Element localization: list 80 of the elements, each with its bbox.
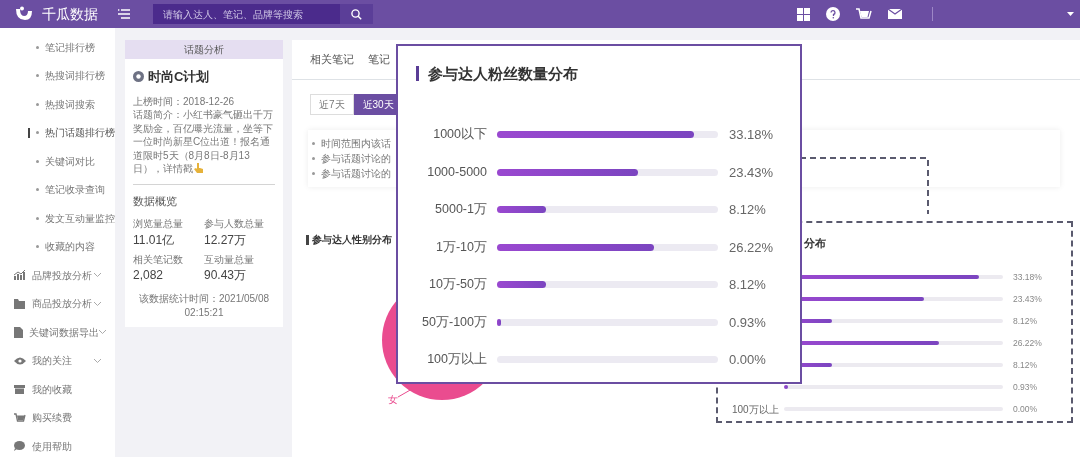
stat-label: 相关笔记数 [133, 252, 184, 266]
section-title: 数据概览 [133, 193, 178, 209]
search-button[interactable] [340, 4, 373, 24]
bar-value: 26.22% [1013, 336, 1043, 350]
bar-value: 0.93% [1013, 380, 1039, 394]
bar-label: 5000-1万 [434, 201, 487, 219]
stat-label: 参与人数总量 [204, 217, 265, 231]
sidebar-item[interactable]: 发文互动量监控 [45, 210, 115, 226]
stat-value: 11.01亿 [133, 231, 176, 249]
cart-icon [14, 413, 26, 423]
sidebar-item[interactable]: 笔记排行榜 [45, 39, 95, 55]
sidebar-item[interactable]: 品牌投放分析 [32, 267, 92, 283]
sidebar-item[interactable]: 热门话题排行榜 [45, 125, 115, 141]
topic-title: 时尚C计划 [148, 68, 210, 86]
summary-text: 时间范围内该话 [321, 136, 391, 151]
summary-text: 参与话题讨论的 [321, 166, 391, 181]
tab[interactable]: 相关笔记 [310, 51, 354, 68]
stat-value: 12.27万 [204, 231, 248, 249]
bar-value: 33.18% [1013, 270, 1043, 284]
search-icon [351, 8, 362, 20]
brand-name: 千瓜数据 [42, 4, 98, 24]
bar-value: 8.12% [1013, 314, 1039, 328]
chart-title: 分布 [804, 236, 826, 251]
bar-value: 23.43% [1013, 292, 1043, 306]
sidebar-item[interactable]: 商品投放分析 [32, 296, 92, 312]
hand-icon [194, 163, 203, 173]
chart-icon [14, 270, 25, 281]
document-icon [14, 326, 23, 338]
leader-line [397, 388, 413, 398]
bar-value: 8.12% [729, 276, 766, 294]
folder-icon [14, 298, 25, 309]
bar-value: 26.22% [729, 238, 774, 257]
bar-label: 10万-50万 [428, 276, 487, 294]
sidebar-item[interactable]: 关键词对比 [45, 153, 95, 169]
sidebar-item[interactable]: 热搜词搜索 [45, 96, 95, 112]
bar-value: 33.18% [729, 126, 774, 144]
sidebar-item[interactable]: 收藏的内容 [45, 239, 95, 255]
eye-icon [14, 356, 26, 365]
sidebar-item[interactable]: 关键词数据导出 [29, 324, 99, 340]
bar-label: 1000-5000 [426, 163, 487, 181]
cart-icon[interactable] [856, 8, 872, 20]
sidebar-item[interactable]: 使用帮助 [32, 438, 72, 454]
grid-icon[interactable] [797, 7, 810, 21]
sidebar-item[interactable]: 我的关注 [32, 353, 72, 369]
stat-value: 90.43万 [204, 267, 248, 284]
legend-label: 女 [388, 394, 398, 405]
mail-icon[interactable] [888, 9, 902, 19]
caret-icon[interactable] [1067, 12, 1074, 16]
bar-value: 0.93% [729, 313, 766, 332]
bar-label: 100万以上 [732, 402, 780, 417]
summary-text: 参与话题讨论的 [321, 151, 391, 166]
bar-label: 50万-100万 [421, 313, 487, 331]
sidebar-item[interactable]: 笔记收录查询 [45, 182, 105, 198]
help-icon[interactable] [826, 7, 840, 21]
card-header: 话题分析 [125, 40, 283, 59]
topic-icon [133, 71, 144, 83]
popup-title: 参与达人粉丝数量分布 [416, 66, 800, 81]
sidebar-item[interactable]: 购买续费 [32, 410, 72, 426]
sidebar-item[interactable]: 我的收藏 [32, 381, 72, 397]
bar-value: 0.00% [729, 351, 766, 369]
sidebar-item[interactable]: 热搜词排行榜 [45, 68, 105, 84]
bar-value: 8.12% [729, 201, 766, 219]
logo-icon [14, 6, 34, 22]
bar-value: 23.43% [729, 163, 774, 182]
range-button[interactable]: 近7天 [310, 94, 354, 115]
stat-label: 互动量总量 [204, 252, 255, 266]
menu-icon[interactable] [118, 9, 130, 19]
listed-date: 上榜时间：2018-12-26 [133, 94, 236, 108]
topic-intro: 话题简介：小红书豪气砸出千万奖励金，百亿曝光流量，坐等下一位时尚新星C位出道！报名通道限时5天（8月8日-8月13日），详情戳 [133, 108, 274, 176]
bar-value: 8.12% [1013, 358, 1039, 372]
tab[interactable]: 笔记 [368, 51, 390, 68]
stat-label: 浏览量总量 [133, 217, 184, 231]
bar-label: 100万以上 [426, 351, 487, 369]
bar-value: 0.00% [1013, 402, 1039, 416]
search-field[interactable]: 请输入达人、笔记、品牌等搜索 [153, 4, 340, 24]
update-time: 该数据统计时间：2021/05/08 02:15:21 [137, 292, 271, 319]
box-icon [14, 384, 25, 394]
bar-label: 1000以下 [432, 126, 487, 144]
stat-value: 2,082 [133, 267, 165, 284]
chat-icon [14, 441, 25, 452]
